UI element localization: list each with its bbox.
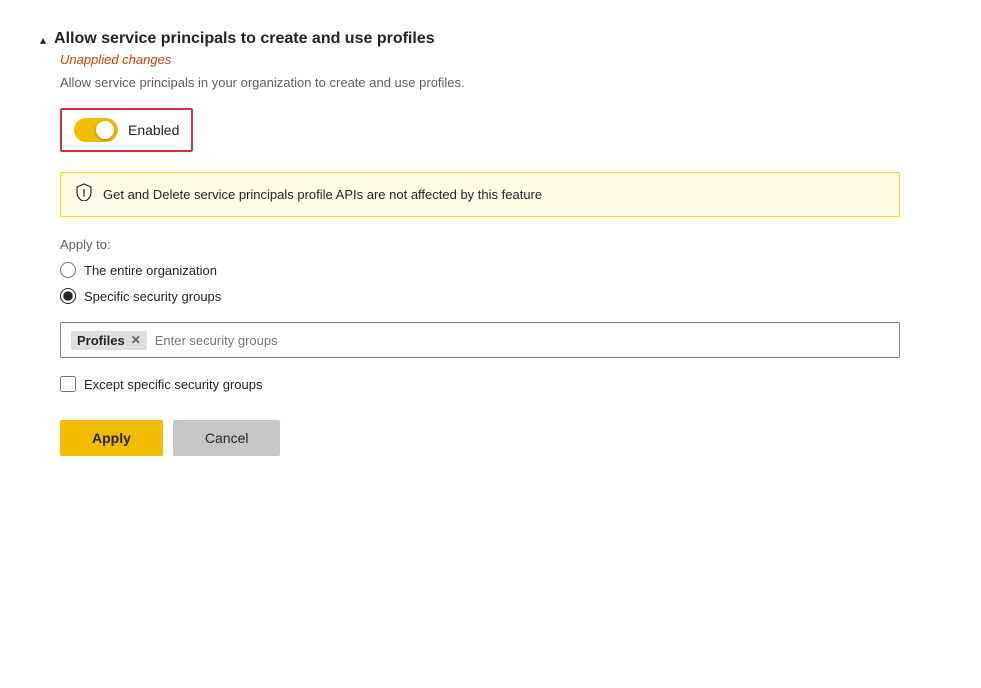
- except-checkbox-row[interactable]: Except specific security groups: [60, 376, 941, 392]
- radio-entire-org-input[interactable]: [60, 262, 76, 278]
- radio-specific-groups-label: Specific security groups: [84, 289, 221, 304]
- info-banner-text: Get and Delete service principals profil…: [103, 187, 542, 202]
- radio-entire-org-label: The entire organization: [84, 263, 217, 278]
- radio-specific-groups-input[interactable]: [60, 288, 76, 304]
- except-checkbox[interactable]: [60, 376, 76, 392]
- apply-to-radio-group: The entire organization Specific securit…: [60, 262, 941, 304]
- toggle-container: Enabled: [60, 108, 193, 152]
- action-buttons: Apply Cancel: [60, 420, 941, 456]
- tag-remove-button[interactable]: ✕: [131, 334, 141, 346]
- security-groups-field: Profiles ✕: [60, 322, 900, 358]
- apply-button[interactable]: Apply: [60, 420, 163, 456]
- section-description: Allow service principals in your organiz…: [60, 75, 941, 90]
- except-checkbox-label: Except specific security groups: [84, 377, 262, 392]
- collapse-icon[interactable]: ▴: [40, 33, 46, 47]
- tags-input-container[interactable]: Profiles ✕: [60, 322, 900, 358]
- toggle-track: [74, 118, 118, 142]
- cancel-button[interactable]: Cancel: [173, 420, 281, 456]
- toggle-thumb: [96, 121, 114, 139]
- section-header: ▴ Allow service principals to create and…: [40, 30, 941, 48]
- enabled-toggle[interactable]: [74, 118, 118, 142]
- profiles-tag: Profiles ✕: [71, 331, 147, 350]
- unapplied-changes-label: Unapplied changes: [60, 52, 941, 67]
- section-title: Allow service principals to create and u…: [54, 30, 435, 48]
- info-shield-icon: [75, 183, 93, 206]
- toggle-label: Enabled: [128, 122, 179, 138]
- radio-entire-org[interactable]: The entire organization: [60, 262, 941, 278]
- security-groups-input[interactable]: [155, 333, 889, 348]
- radio-specific-groups[interactable]: Specific security groups: [60, 288, 941, 304]
- info-banner: Get and Delete service principals profil…: [60, 172, 900, 217]
- tag-label: Profiles: [77, 333, 125, 348]
- apply-to-label: Apply to:: [60, 237, 941, 252]
